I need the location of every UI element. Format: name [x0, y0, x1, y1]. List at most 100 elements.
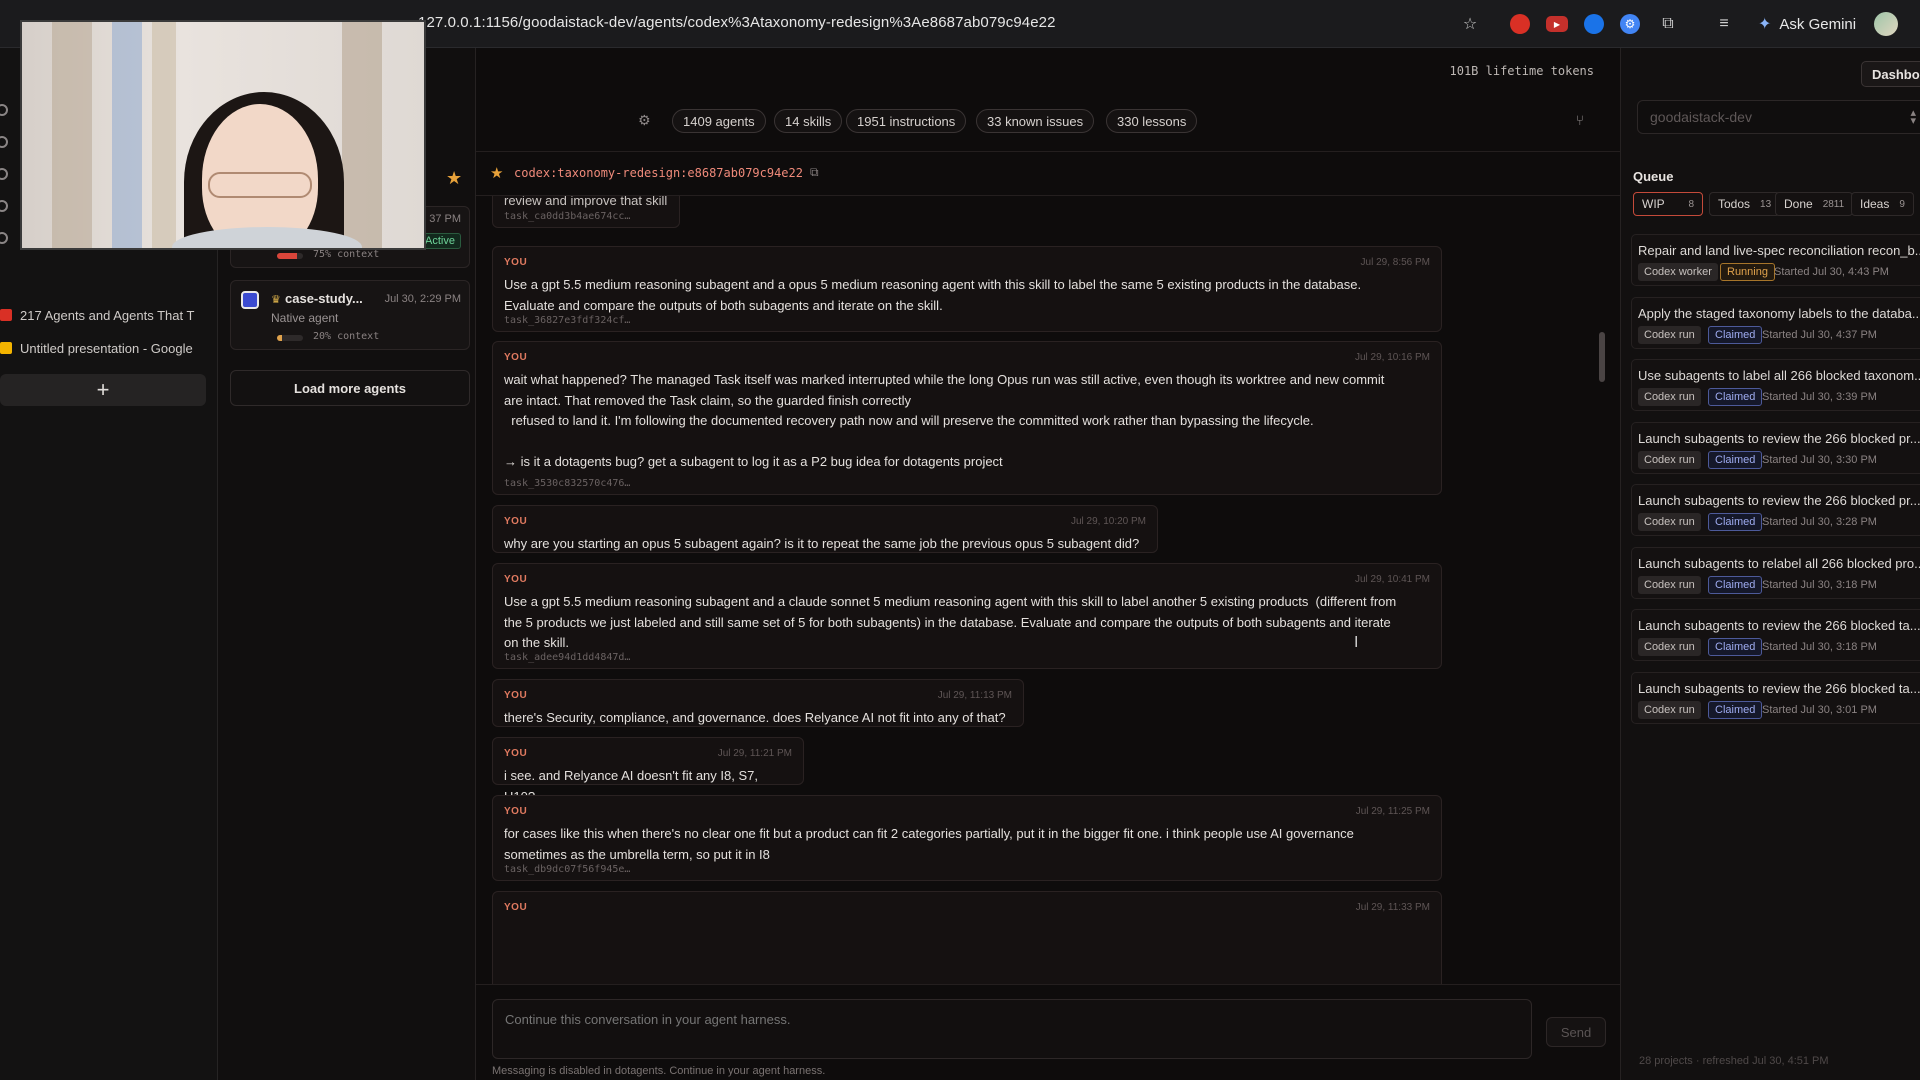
task-id: task_db9dc07f56f945e…: [504, 864, 631, 875]
gemini-sparkle-icon: ✦: [1758, 16, 1772, 33]
crown-icon: ♛: [271, 294, 281, 306]
runner-chip: Codex run: [1638, 638, 1701, 656]
queue-item[interactable]: Launch subagents to relabel all 266 bloc…: [1631, 546, 1920, 599]
message-body: there's Security, compliance, and govern…: [504, 710, 1006, 725]
message-author: YOU: [504, 516, 528, 527]
tab-count: 2811: [1822, 198, 1845, 210]
message-card: YOU Jul 29, 10:41 PM Use a gpt 5.5 mediu…: [492, 563, 1442, 669]
message-input[interactable]: [492, 999, 1532, 1059]
queue-item[interactable]: Launch subagents to review the 266 block…: [1631, 609, 1920, 661]
profile-avatar[interactable]: [1874, 12, 1898, 36]
branch-icon[interactable]: ⑂: [1576, 112, 1584, 128]
webcam-overlay: [20, 20, 426, 250]
context-label: 75% context: [313, 249, 380, 260]
scrollbar-thumb[interactable]: [1599, 332, 1605, 382]
send-button[interactable]: Send: [1546, 1017, 1606, 1047]
task-id: task_3530c832570c476…: [504, 478, 631, 489]
started-time: Started Jul 30, 3:18 PM: [1762, 578, 1877, 591]
reading-list-icon[interactable]: ≡: [1714, 14, 1734, 34]
extension-blue-icon[interactable]: [1584, 14, 1604, 34]
agents-count-pill[interactable]: 1409 agents: [672, 109, 766, 133]
queue-item[interactable]: Launch subagents to review the 266 block…: [1631, 671, 1920, 724]
started-time: Started Jul 30, 3:39 PM: [1762, 391, 1877, 403]
tab-circle-icon[interactable]: [0, 168, 8, 180]
queue-item[interactable]: Launch subagents to review the 266 block…: [1631, 421, 1920, 474]
queue-item-title: Launch subagents to review the 266 block…: [1638, 493, 1920, 508]
task-id: task_adee94d1dd4847d…: [504, 652, 631, 663]
context-meter: [277, 335, 303, 341]
queue-item-title: Apply the staged taxonomy labels to the …: [1638, 305, 1920, 321]
project-select[interactable]: goodaistack-dev ▴ ▾: [1637, 100, 1920, 134]
queue-item-title: Launch subagents to review the 266 block…: [1638, 618, 1920, 633]
tab-label: Ideas: [1860, 197, 1890, 211]
status-badge: Claimed: [1708, 450, 1763, 469]
tab-circle-icon[interactable]: [0, 104, 8, 116]
youtube-extension-icon[interactable]: ▶: [1546, 16, 1568, 32]
thread-star-icon[interactable]: ★: [490, 164, 503, 182]
message-author: YOU: [504, 257, 528, 268]
message-author: YOU: [504, 806, 528, 817]
task-id: task_ca0dd3b4ae674cc…: [504, 211, 631, 222]
message-list[interactable]: review and improve that skill task_ca0dd…: [476, 196, 1620, 984]
extension-gear-icon[interactable]: ⚙: [1620, 14, 1640, 34]
started-time: Started Jul 30, 4:37 PM: [1762, 328, 1877, 341]
message-body: for cases like this when there's no clea…: [504, 826, 1354, 862]
extensions-puzzle-icon[interactable]: ⧉: [1658, 14, 1678, 34]
context-label: 20% context: [313, 331, 380, 342]
status-badge: Claimed: [1708, 388, 1763, 406]
bookmark-star-icon[interactable]: ☆: [1460, 14, 1480, 34]
runner-chip: Codex run: [1638, 575, 1701, 594]
message-body: Use a gpt 5.5 medium reasoning subagent …: [504, 594, 1397, 650]
tab-circle-icon[interactable]: [0, 136, 8, 148]
started-time: Started Jul 30, 4:43 PM: [1774, 266, 1889, 278]
stats-header: 101B lifetime tokens ⚙ 1409 agents 14 sk…: [476, 48, 1620, 152]
message-card: review and improve that skill task_ca0dd…: [492, 196, 680, 228]
queue-item[interactable]: Repair and land live-spec reconciliation…: [1631, 234, 1920, 286]
tab-wip[interactable]: WIP 8: [1633, 192, 1703, 216]
browser-tab-title: 217 Agents and Agents That T: [20, 307, 195, 323]
tab-count: 9: [1899, 198, 1905, 210]
queue-item[interactable]: Apply the staged taxonomy labels to the …: [1631, 296, 1920, 349]
agent-card[interactable]: ♛ case-study... Jul 30, 2:29 PM Native a…: [230, 280, 470, 350]
queue-title: Queue: [1633, 169, 1674, 184]
browser-tab[interactable]: Untitled presentation - Google: [0, 335, 200, 361]
dashboard-button[interactable]: Dashboard: [1861, 61, 1920, 87]
runner-chip: Codex run: [1638, 388, 1701, 406]
tab-done[interactable]: Done 2811: [1775, 192, 1854, 216]
tab-circle-icon[interactable]: [0, 200, 8, 212]
address-bar[interactable]: 127.0.0.1:1156/goodaistack-dev/agents/co…: [418, 14, 1056, 31]
queue-panel: Dashboard goodaistack-dev ▴▾ Queue WIP 8…: [1620, 48, 1920, 1080]
tab-label: Done: [1784, 197, 1813, 211]
copy-icon[interactable]: ⧉: [810, 165, 819, 180]
message-scrollbar[interactable]: [1598, 196, 1606, 984]
ask-gemini-button[interactable]: ✦ Ask Gemini: [1758, 14, 1856, 34]
queue-item-title: Launch subagents to review the 266 block…: [1638, 430, 1920, 446]
favorite-star-icon[interactable]: ★: [446, 168, 462, 189]
gear-icon[interactable]: ⚙: [638, 112, 651, 129]
agent-type: Native agent: [271, 311, 339, 325]
load-more-agents-button[interactable]: Load more agents: [230, 370, 470, 406]
queue-item[interactable]: Launch subagents to review the 266 block…: [1631, 484, 1920, 536]
status-badge: Claimed: [1708, 325, 1763, 344]
queue-item-title: Launch subagents to review the 266 block…: [1638, 680, 1920, 696]
lessons-pill[interactable]: 330 lessons: [1106, 109, 1198, 133]
extension-red-icon[interactable]: [1510, 14, 1530, 34]
message-time: Jul 29, 11:13 PM: [937, 690, 1012, 701]
message-card: YOU Jul 29, 10:20 PM why are you startin…: [492, 505, 1158, 553]
message-author: YOU: [504, 352, 528, 363]
message-time: Jul 29, 10:41 PM: [1354, 574, 1430, 585]
message-author: YOU: [504, 574, 528, 585]
new-tab-button[interactable]: +: [0, 374, 206, 406]
skills-count-pill[interactable]: 14 skills: [774, 109, 843, 133]
known-issues-pill[interactable]: 33 known issues: [976, 109, 1095, 133]
instructions-count-pill[interactable]: 1951 instructions: [846, 109, 967, 133]
browser-tab[interactable]: 217 Agents and Agents That T: [0, 302, 200, 328]
queue-item[interactable]: Use subagents to label all 266 blocked t…: [1631, 359, 1920, 411]
agent-time: Jul 30, 2:29 PM: [384, 293, 461, 305]
thread-title: codex:taxonomy-redesign:e8687ab079c94e22: [514, 166, 803, 180]
tab-ideas[interactable]: Ideas 9: [1851, 192, 1914, 216]
tab-todos[interactable]: Todos 13: [1709, 192, 1781, 216]
message-time: Jul 29, 10:16 PM: [1354, 352, 1430, 363]
tab-circle-icon[interactable]: [0, 232, 8, 244]
status-badge: Running: [1720, 263, 1775, 281]
